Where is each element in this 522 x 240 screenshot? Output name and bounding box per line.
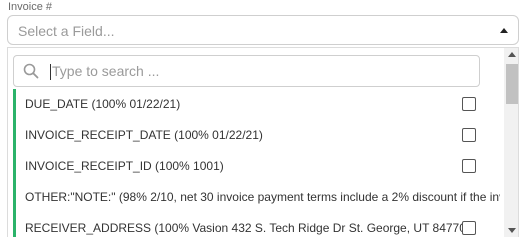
- scroll-up-arrow-icon[interactable]: [508, 52, 516, 57]
- option-other-note[interactable]: OTHER:"NOTE:" (98% 2/10, net 30 invoice …: [13, 182, 500, 213]
- option-checkbox[interactable]: [462, 159, 476, 173]
- scrollbar[interactable]: [504, 48, 518, 237]
- text-cursor: [50, 64, 51, 80]
- option-label: RECEIVER_ADDRESS (100% Vasion 432 S. Tec…: [25, 221, 470, 235]
- field-dropdown: DUE_DATE (100% 01/22/21) INVOICE_RECEIPT…: [7, 47, 519, 237]
- option-checkbox[interactable]: [462, 128, 476, 142]
- options-list: DUE_DATE (100% 01/22/21) INVOICE_RECEIPT…: [13, 89, 500, 237]
- option-receiver-address[interactable]: RECEIVER_ADDRESS (100% Vasion 432 S. Tec…: [13, 213, 500, 237]
- scroll-thumb[interactable]: [506, 64, 518, 104]
- search-input[interactable]: [52, 61, 452, 81]
- option-label: DUE_DATE (100% 01/22/21): [25, 97, 181, 111]
- scroll-down-arrow-icon[interactable]: [508, 228, 516, 233]
- search-icon: [23, 63, 39, 79]
- caret-up-icon[interactable]: [500, 28, 508, 33]
- option-label: OTHER:"NOTE:" (98% 2/10, net 30 invoice …: [25, 190, 500, 204]
- option-checkbox[interactable]: [462, 97, 476, 111]
- field-select[interactable]: Select a Field...: [7, 15, 519, 45]
- option-due-date[interactable]: DUE_DATE (100% 01/22/21): [13, 89, 500, 120]
- option-label: INVOICE_RECEIPT_ID (100% 1001): [25, 159, 224, 173]
- option-invoice-receipt-id[interactable]: INVOICE_RECEIPT_ID (100% 1001): [13, 151, 500, 182]
- option-label: INVOICE_RECEIPT_DATE (100% 01/22/21): [25, 128, 263, 142]
- select-placeholder: Select a Field...: [18, 23, 115, 39]
- option-invoice-receipt-date[interactable]: INVOICE_RECEIPT_DATE (100% 01/22/21): [13, 120, 500, 151]
- search-box[interactable]: [13, 55, 480, 87]
- field-label: Invoice #: [8, 1, 53, 13]
- option-checkbox[interactable]: [462, 221, 476, 235]
